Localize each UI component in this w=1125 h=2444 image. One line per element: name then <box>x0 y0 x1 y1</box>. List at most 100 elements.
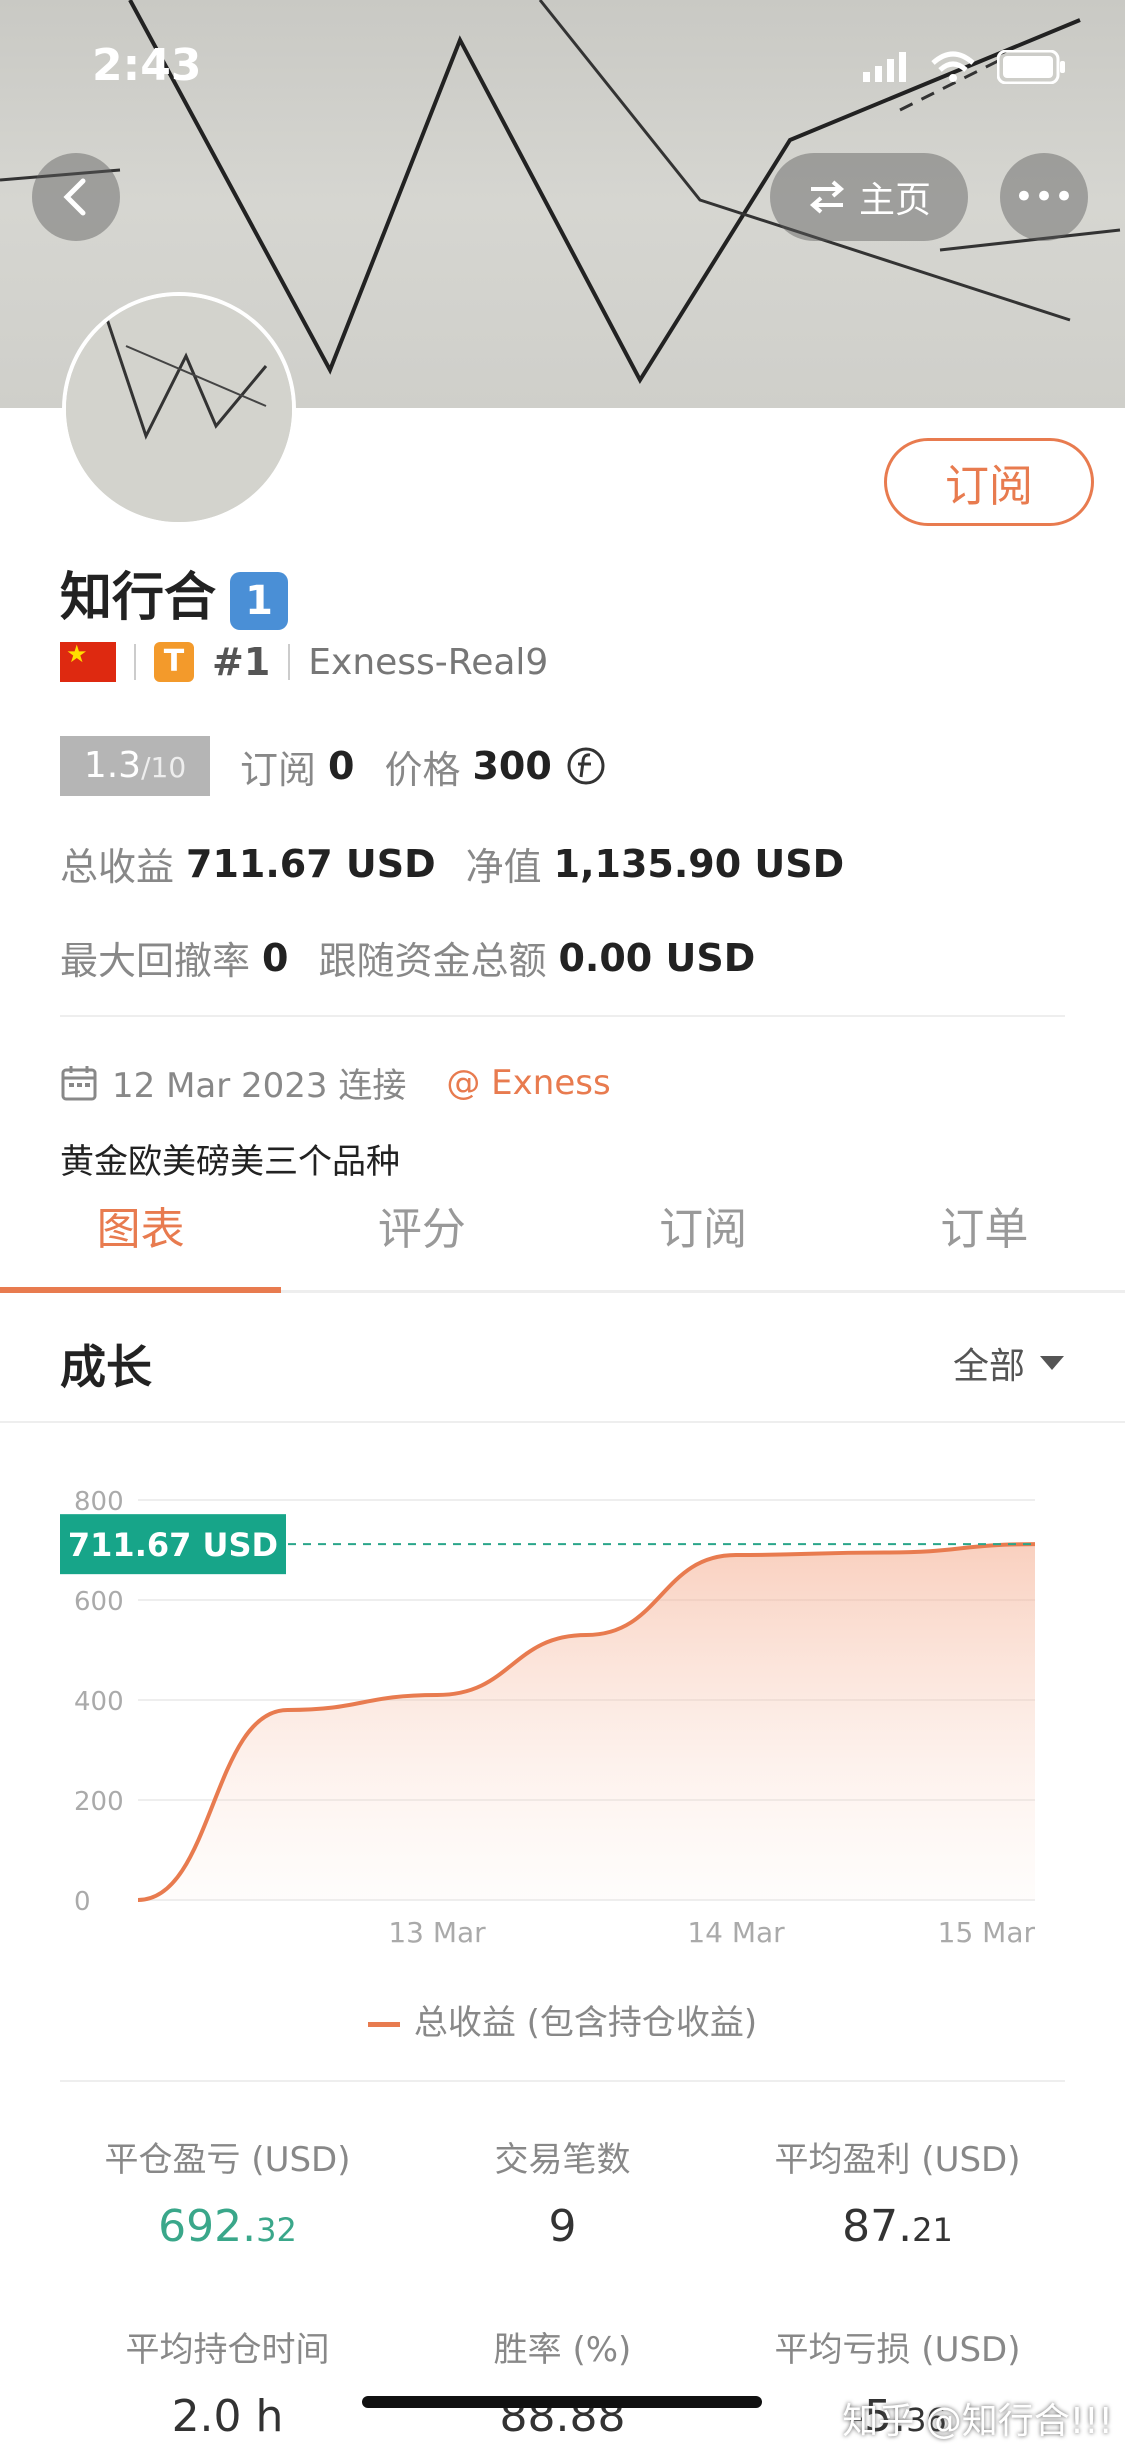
metric-int: 2.0 h <box>171 2391 284 2442</box>
metric-avg-hold-time: 平均持仓时间 2.0 h <box>60 2322 395 2442</box>
chart-legend: 总收益 (包含持仓收益) <box>0 1995 1125 2044</box>
home-button[interactable]: 主页 <box>770 153 968 241</box>
metric-dec: 32 <box>256 2211 297 2249</box>
switch-arrows-icon <box>809 180 845 214</box>
back-button[interactable] <box>32 153 120 241</box>
profile-name-text: 知行合 <box>60 568 217 628</box>
profile-name: 知行合 1 <box>60 555 289 630</box>
china-flag-icon <box>60 640 116 682</box>
metric-label: 交易笔数 <box>494 2140 631 2180</box>
max-drawdown-label: 最大回撤率 <box>60 939 251 983</box>
score-badge: 1.3/10 <box>60 736 210 796</box>
avatar-sketch-image <box>66 296 292 522</box>
signal-icon <box>863 52 906 82</box>
growth-section-header: 成长 全部 <box>0 1293 1125 1423</box>
tier-badge: T <box>154 642 194 682</box>
y-tick-label: 800 <box>74 1487 124 1517</box>
x-tick-label: 14 Mar <box>687 1916 785 1949</box>
metric-label: 平均亏损 (USD) <box>774 2330 1021 2370</box>
metric-int: 692. <box>158 2201 257 2252</box>
home-indicator <box>362 2396 762 2408</box>
status-time: 2:43 <box>92 40 202 91</box>
chart-area-fill <box>138 1544 1035 1900</box>
section-title: 成长 <box>60 1340 152 1394</box>
connection-info: 12 Mar 2023 连接 @ Exness <box>60 1058 611 1107</box>
status-bar: 2:43 <box>0 0 1125 140</box>
calendar-icon <box>61 1065 97 1100</box>
current-value-label: 711.67 USD <box>68 1526 278 1564</box>
tab-rating[interactable]: 评分 <box>281 1190 562 1290</box>
metric-win-rate: 胜率 (%) 88.88 <box>395 2322 730 2442</box>
strategy-description: 黄金欧美磅美三个品种 <box>60 1142 400 1182</box>
metric-dec: 21 <box>912 2211 953 2249</box>
broker-link[interactable]: @ Exness <box>446 1063 610 1103</box>
metric-label: 平均持仓时间 <box>125 2330 330 2370</box>
price-label: 价格 <box>384 747 461 792</box>
y-tick-label: 600 <box>74 1587 124 1617</box>
net-value: 1,135.90 USD <box>553 841 845 886</box>
follow-funds-label: 跟随资金总额 <box>318 939 547 983</box>
metric-avg-profit: 平均盈利 (USD) 87.21 <box>730 2132 1065 2252</box>
wifi-icon <box>931 51 975 82</box>
caret-down-icon <box>1040 1356 1064 1370</box>
x-tick-label: 15 Mar <box>938 1916 1036 1949</box>
watermark: 知乎 @知行合!!! <box>842 2401 1113 2442</box>
metric-int: 87. <box>842 2201 913 2252</box>
battery-icon <box>997 50 1065 84</box>
tab-orders[interactable]: 订单 <box>844 1190 1125 1290</box>
score-max: /10 <box>141 751 187 784</box>
stats-line-3: 最大回撤率 0 跟随资金总额 0.00 USD <box>60 930 785 985</box>
metric-value: 2.0 h <box>60 2391 395 2442</box>
metrics-grid: 平仓盈亏 (USD) 692.32 交易笔数 9 平均盈利 (USD) 87.2… <box>60 2080 1065 2442</box>
number-badge: 1 <box>230 572 289 630</box>
total-profit-label: 总收益 <box>60 845 175 889</box>
home-label: 主页 <box>858 180 931 221</box>
tab-subscribe[interactable]: 订阅 <box>563 1190 844 1290</box>
currency-icon <box>567 747 605 785</box>
avatar[interactable] <box>62 292 296 526</box>
total-profit-value: 711.67 USD <box>186 841 436 886</box>
account-server: Exness-Real9 <box>308 641 549 683</box>
growth-chart: 0 200 400 600 800 13 Mar 14 Mar 15 Mar 711.67 US… <box>0 1440 1125 1960</box>
follow-funds-value: 0.00 USD <box>558 935 756 980</box>
y-tick-label: 200 <box>74 1787 124 1817</box>
metric-label: 胜率 (%) <box>493 2330 632 2370</box>
divider <box>60 1015 1065 1017</box>
period-filter-dropdown[interactable]: 全部 <box>953 1337 1065 1389</box>
metric-trade-count: 交易笔数 9 <box>395 2132 730 2252</box>
filter-label: 全部 <box>952 1346 1025 1387</box>
y-tick-label: 400 <box>74 1687 124 1717</box>
tab-chart[interactable]: 图表 <box>0 1190 282 1293</box>
metric-label: 平均盈利 (USD) <box>774 2140 1021 2180</box>
tab-bar: 图表 评分 订阅 订单 <box>0 1190 1125 1293</box>
price-value: 300 <box>472 744 552 788</box>
metric-label: 平仓盈亏 (USD) <box>104 2140 351 2180</box>
connected-date: 12 Mar 2023 连接 <box>112 1066 407 1106</box>
divider <box>288 644 291 680</box>
metric-value: 692.32 <box>60 2201 395 2252</box>
chevron-left-icon <box>63 178 86 216</box>
x-tick-label: 13 Mar <box>388 1916 486 1949</box>
status-icons <box>863 50 1067 84</box>
metric-value: 87.21 <box>730 2201 1065 2252</box>
divider <box>134 644 136 680</box>
stats-line-2: 总收益 711.67 USD 净值 1,135.90 USD <box>60 836 874 891</box>
subscribe-button[interactable]: 订阅 <box>884 438 1094 526</box>
net-value-label: 净值 <box>465 845 542 889</box>
subs-label: 订阅 <box>240 747 317 792</box>
stats-line-1: 1.3/10 订阅 0 价格 300 <box>60 736 606 796</box>
growth-chart-svg: 0 200 400 600 800 13 Mar 14 Mar 15 Mar 711.67 US… <box>60 1487 1036 1949</box>
metric-int: 9 <box>548 2201 577 2252</box>
more-icon: ••• <box>1013 177 1075 217</box>
max-drawdown-value: 0 <box>262 935 289 980</box>
rank: #1 <box>212 640 271 684</box>
legend-label: 总收益 (包含持仓收益) <box>413 2003 758 2043</box>
legend-line-icon <box>367 2022 400 2027</box>
profile-meta: T #1 Exness-Real9 <box>60 640 548 684</box>
metric-value: 9 <box>395 2201 730 2252</box>
score-value: 1.3 <box>83 745 142 786</box>
more-button[interactable]: ••• <box>1000 153 1088 241</box>
subs-value: 0 <box>328 744 355 788</box>
metric-closed-pnl: 平仓盈亏 (USD) 692.32 <box>60 2132 395 2252</box>
y-tick-label: 0 <box>74 1887 91 1917</box>
